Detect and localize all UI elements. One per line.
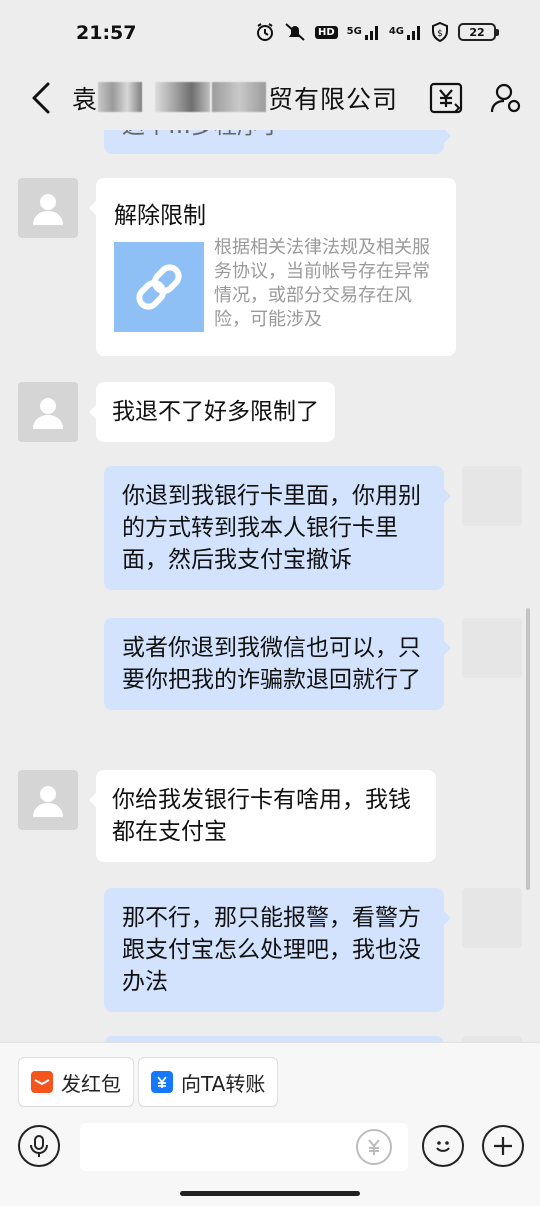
yen-icon[interactable]: [356, 1129, 392, 1165]
message-text: 我退不了好多限制了: [112, 399, 319, 425]
signal-5g-icon: 5G: [347, 22, 380, 42]
red-packet-icon: [31, 1071, 53, 1093]
message-bubble-self[interactable]: 那不行，那只能报警，看警方跟支付宝怎么处理吧，我也没办法: [104, 888, 451, 1012]
hd-icon: HD: [314, 22, 338, 42]
user-settings-icon: [490, 83, 521, 113]
avatar-self[interactable]: [462, 466, 522, 526]
network-4g-label: 4G: [388, 26, 404, 37]
chat-header: 袁 贸有限公司: [0, 66, 540, 130]
avatar[interactable]: [18, 178, 78, 238]
status-icons: HD 5G 4G $ 22: [255, 22, 499, 42]
avatar[interactable]: [18, 770, 78, 830]
message-bubble-self[interactable]: 或者你退到我微信也可以，只要你把我的诈骗款退回就行了: [104, 618, 451, 710]
transfer-to-ta-button[interactable]: 向TA转账: [138, 1057, 279, 1107]
chat-scrollbar[interactable]: [526, 608, 530, 890]
message-bubble-self[interactable]: 你退到我银行卡里面，你用别的方式转到我本人银行卡里面，然后我支付宝撤诉: [104, 466, 451, 590]
message-text: 那不行，那只能报警，看警方跟支付宝怎么处理吧，我也没办法: [122, 905, 421, 995]
chat-message-list[interactable]: 这个…多程序了 解除限制 根据相关法律法规及相关服务协议，当前帐号存在异常情况，…: [0, 130, 540, 1042]
battery-icon: 22: [458, 23, 499, 41]
card-title: 解除限制: [114, 203, 206, 229]
redacted-name: [98, 82, 142, 112]
svg-text:$: $: [437, 29, 443, 39]
avatar[interactable]: [18, 382, 78, 442]
microphone-icon: [30, 1135, 48, 1157]
transfer-icon: [151, 1071, 173, 1093]
link-icon: [136, 264, 182, 310]
status-bar: 21:57 HD 5G 4G $ 22: [0, 0, 540, 66]
alarm-icon: [255, 22, 275, 42]
hd-label: HD: [314, 25, 338, 39]
shield-icon: $: [431, 22, 449, 42]
card-description: 根据相关法律法规及相关服务协议，当前帐号存在异常情况，或部分交易存在风险，可能涉…: [214, 237, 430, 330]
card-thumbnail: [114, 242, 204, 332]
network-5g-label: 5G: [346, 26, 362, 37]
emoji-icon: [436, 1141, 450, 1152]
status-time: 21:57: [76, 22, 137, 44]
avatar-self[interactable]: [462, 888, 522, 948]
avatar-placeholder-icon: [33, 194, 63, 225]
signal-4g-icon: 4G: [389, 22, 422, 42]
mute-bell-icon: [284, 22, 306, 42]
message-bubble-other[interactable]: 你给我发银行卡有啥用，我钱都在支付宝: [89, 770, 436, 862]
link-card-message[interactable]: 解除限制 根据相关法律法规及相关服务协议，当前帐号存在异常情况，或部分交易存在风…: [89, 178, 456, 356]
back-button[interactable]: [22, 78, 58, 118]
message-bubble-other[interactable]: 我退不了好多限制了: [89, 382, 335, 442]
input-panel: 发红包 向TA转账: [0, 1042, 540, 1206]
transfer-button[interactable]: [426, 78, 466, 118]
title-suffix: 贸有限公司: [268, 85, 399, 114]
message-text: 这个…多程序了: [122, 130, 283, 139]
back-arrow-icon: [32, 82, 50, 114]
plus-icon: [494, 1137, 512, 1155]
chat-settings-button[interactable]: [486, 78, 526, 118]
red-packet-label: 发红包: [61, 1071, 121, 1096]
message-text: 或者你退到我微信也可以，只要你把我的诈骗款退回就行了: [122, 635, 421, 693]
yen-transfer-icon: [429, 82, 463, 114]
message-bubble-self[interactable]: 这个…多程序了: [104, 130, 451, 154]
battery-level: 22: [469, 25, 485, 39]
avatar-placeholder-icon: [33, 786, 63, 817]
avatar-self[interactable]: [462, 618, 522, 678]
transfer-label: 向TA转账: [181, 1071, 266, 1096]
emoji-button[interactable]: [422, 1125, 464, 1167]
more-button[interactable]: [482, 1125, 524, 1167]
message-text: 你退到我银行卡里面，你用别的方式转到我本人银行卡里面，然后我支付宝撤诉: [122, 483, 421, 573]
title-prefix: 袁: [72, 85, 99, 114]
redacted-name: [155, 82, 210, 112]
avatar-placeholder-icon: [33, 398, 63, 429]
red-packet-button[interactable]: 发红包: [18, 1057, 134, 1107]
message-text: 你给我发银行卡有啥用，我钱都在支付宝: [112, 787, 411, 845]
redacted-name: [212, 82, 266, 112]
voice-button[interactable]: [18, 1125, 60, 1167]
home-indicator[interactable]: [180, 1191, 360, 1196]
